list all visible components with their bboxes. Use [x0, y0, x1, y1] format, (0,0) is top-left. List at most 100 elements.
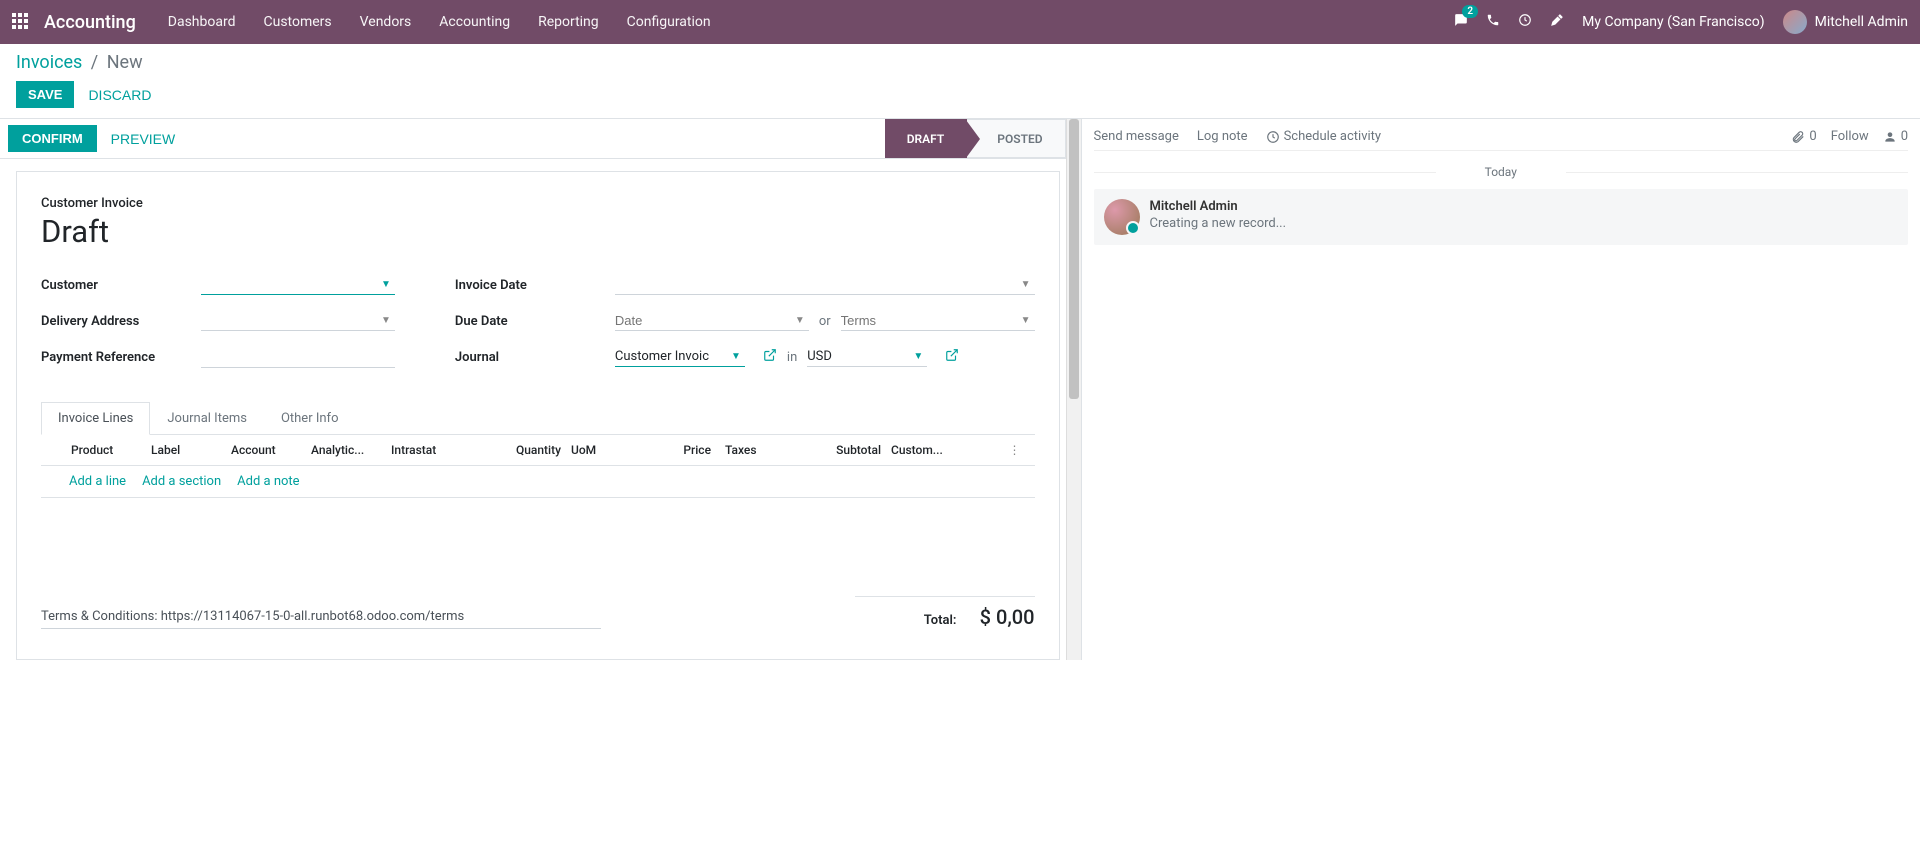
chevron-down-icon[interactable]: ▼: [909, 351, 927, 362]
invoice-date-input[interactable]: [615, 277, 1017, 292]
button-row: SAVE DISCARD: [16, 81, 1904, 108]
journal-field[interactable]: Customer Invoic ▼: [615, 347, 745, 367]
journal-value: Customer Invoic: [615, 349, 727, 364]
nav-links: Dashboard Customers Vendors Accounting R…: [168, 14, 711, 30]
label-journal: Journal: [455, 350, 615, 365]
topnav: Accounting Dashboard Customers Vendors A…: [0, 0, 1920, 44]
label-customer: Customer: [41, 278, 201, 293]
discard-button[interactable]: DISCARD: [88, 87, 151, 103]
or-text: or: [819, 314, 831, 329]
sheet-footer: Terms & Conditions: https://13114067-15-…: [41, 596, 1035, 629]
control-panel: Invoices / New SAVE DISCARD: [0, 44, 1920, 108]
payment-terms-field[interactable]: ▼: [841, 311, 1035, 331]
add-line-link[interactable]: Add a line: [69, 474, 126, 489]
scrollbar[interactable]: [1066, 119, 1081, 660]
chevron-down-icon[interactable]: ▼: [377, 315, 395, 326]
col-quantity[interactable]: Quantity: [491, 443, 561, 457]
due-date-field[interactable]: ▼: [615, 311, 809, 331]
form-sheet: Customer Invoice Draft Customer ▼ Delive…: [16, 171, 1060, 660]
apps-icon[interactable]: [12, 13, 30, 31]
save-button[interactable]: SAVE: [16, 81, 74, 108]
customer-field[interactable]: ▼: [201, 275, 395, 295]
customer-input[interactable]: [201, 277, 377, 292]
avatar-icon: [1104, 199, 1140, 235]
add-note-link[interactable]: Add a note: [237, 474, 299, 489]
currency-field[interactable]: USD ▼: [807, 347, 927, 367]
payment-terms-input[interactable]: [841, 313, 1017, 328]
totals: Total: $ 0,00: [855, 596, 1035, 629]
delivery-address-input[interactable]: [201, 313, 377, 328]
confirm-button[interactable]: CONFIRM: [8, 125, 97, 152]
tools-icon[interactable]: [1550, 13, 1564, 31]
main-area: CONFIRM PREVIEW DRAFT POSTED Customer In…: [0, 118, 1920, 660]
optional-columns-icon[interactable]: ⋮: [1005, 443, 1025, 457]
status-stages: DRAFT POSTED: [885, 119, 1066, 158]
chevron-down-icon[interactable]: ▼: [377, 279, 395, 290]
nav-dashboard[interactable]: Dashboard: [168, 14, 236, 30]
message-author[interactable]: Mitchell Admin: [1150, 199, 1287, 214]
col-uom[interactable]: UoM: [561, 443, 621, 457]
followers-count[interactable]: 0: [1883, 129, 1908, 144]
nav-accounting[interactable]: Accounting: [439, 14, 510, 30]
field-grid: Customer ▼ Delivery Address ▼: [41, 272, 1035, 380]
chevron-down-icon[interactable]: ▼: [727, 351, 745, 362]
phone-icon[interactable]: [1486, 13, 1500, 31]
terms-input[interactable]: Terms & Conditions: https://13114067-15-…: [41, 605, 601, 629]
col-subtotal[interactable]: Subtotal: [791, 443, 881, 457]
chatter-message: Mitchell Admin Creating a new record...: [1094, 189, 1908, 245]
nav-configuration[interactable]: Configuration: [627, 14, 711, 30]
nav-reporting[interactable]: Reporting: [538, 14, 599, 30]
label-payment-reference: Payment Reference: [41, 350, 201, 365]
lines-body: Add a line Add a section Add a note: [41, 466, 1035, 498]
field-col-left: Customer ▼ Delivery Address ▼: [41, 272, 395, 380]
scrollbar-thumb[interactable]: [1069, 119, 1079, 399]
company-selector[interactable]: My Company (San Francisco): [1582, 14, 1764, 30]
nav-vendors[interactable]: Vendors: [360, 14, 412, 30]
stage-posted[interactable]: POSTED: [967, 119, 1065, 158]
chevron-down-icon[interactable]: ▼: [1017, 315, 1035, 326]
tab-other-info[interactable]: Other Info: [264, 402, 356, 435]
col-customs[interactable]: Custom...: [881, 443, 951, 457]
chevron-down-icon[interactable]: ▼: [1017, 279, 1035, 290]
nav-customers[interactable]: Customers: [264, 14, 332, 30]
journal-group: Customer Invoic ▼ in USD ▼: [615, 347, 1035, 367]
add-section-link[interactable]: Add a section: [142, 474, 221, 489]
avatar-icon: [1783, 10, 1807, 34]
due-date-input[interactable]: [615, 313, 791, 328]
external-link-icon[interactable]: [763, 348, 777, 366]
attachments-count[interactable]: 0: [1791, 129, 1816, 144]
currency-value: USD: [807, 349, 909, 364]
label-invoice-date: Invoice Date: [455, 278, 615, 293]
col-analytic[interactable]: Analytic...: [311, 443, 391, 457]
col-price[interactable]: Price: [621, 443, 711, 457]
messages-icon[interactable]: 2: [1454, 13, 1468, 31]
chatter-date-separator: Today: [1094, 165, 1908, 179]
breadcrumb-root[interactable]: Invoices: [16, 52, 82, 73]
delivery-address-field[interactable]: ▼: [201, 311, 395, 331]
invoice-date-field[interactable]: ▼: [615, 275, 1035, 295]
schedule-activity-button[interactable]: Schedule activity: [1266, 129, 1382, 144]
send-message-button[interactable]: Send message: [1094, 129, 1179, 144]
payment-reference-input[interactable]: [201, 346, 395, 368]
stage-draft[interactable]: DRAFT: [885, 119, 968, 158]
app-brand[interactable]: Accounting: [44, 12, 136, 33]
chevron-down-icon[interactable]: ▼: [791, 315, 809, 326]
col-taxes[interactable]: Taxes: [711, 443, 791, 457]
tab-journal-items[interactable]: Journal Items: [150, 402, 264, 435]
external-link-icon[interactable]: [945, 348, 959, 366]
clock-icon[interactable]: [1518, 13, 1532, 31]
breadcrumb-current: New: [107, 52, 143, 73]
col-label[interactable]: Label: [151, 443, 231, 457]
label-due-date: Due Date: [455, 314, 615, 329]
col-intrastat[interactable]: Intrastat: [391, 443, 491, 457]
tab-invoice-lines[interactable]: Invoice Lines: [41, 402, 150, 435]
in-text: in: [787, 350, 797, 365]
log-note-button[interactable]: Log note: [1197, 129, 1248, 144]
statusbar: CONFIRM PREVIEW DRAFT POSTED: [0, 119, 1066, 159]
preview-button[interactable]: PREVIEW: [97, 125, 190, 153]
col-product[interactable]: Product: [71, 443, 151, 457]
user-menu[interactable]: Mitchell Admin: [1783, 10, 1908, 34]
col-account[interactable]: Account: [231, 443, 311, 457]
follow-button[interactable]: Follow: [1831, 129, 1869, 144]
form-side: CONFIRM PREVIEW DRAFT POSTED Customer In…: [0, 119, 1066, 660]
